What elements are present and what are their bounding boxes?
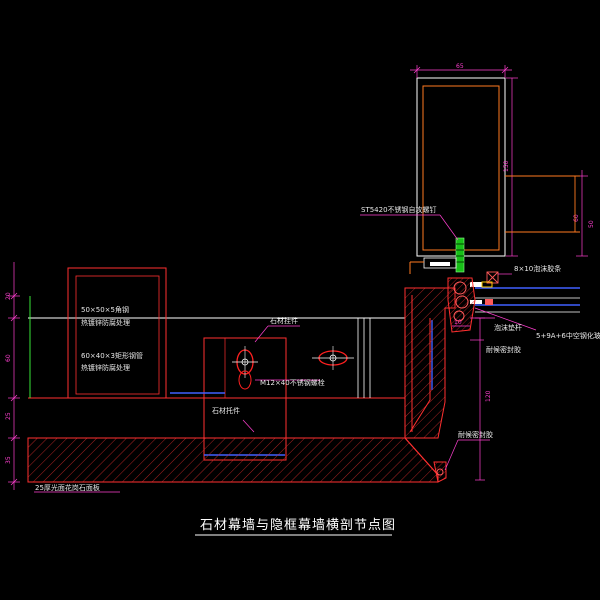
mullion-profile	[416, 77, 506, 257]
bolt-2-icon	[312, 346, 354, 370]
blue-lines	[170, 320, 433, 456]
bolt-icon	[232, 346, 258, 390]
dimension-joint: 10	[454, 319, 462, 326]
dimension-right	[506, 77, 588, 257]
label-bolt: M12×40不锈钢螺栓	[260, 378, 325, 387]
dimension-left-2: 60	[5, 354, 12, 362]
label-stone-tray: 石材托件	[212, 406, 240, 415]
section-drawing: 65 150 60 50 ST5420不锈钢自攻螺钉 8×10泡沫胶条 50×5…	[5, 63, 600, 536]
dimension-top-label: 65	[456, 63, 464, 70]
cross-mark-icon	[486, 271, 499, 284]
label-stone-hanger: 石材挂件	[270, 316, 298, 325]
label-bottom-sealant: 耐候密封胶	[458, 430, 493, 439]
dimension-left-1: 20	[5, 292, 12, 300]
label-angle-steel-1: 50×50×5角钢	[81, 305, 129, 314]
dimension-left-4: 35	[5, 456, 12, 464]
label-weathering-strip: 8×10泡沫胶条	[514, 264, 561, 273]
label-weather-sealant: 耐候密封胶	[486, 345, 521, 354]
label-tube-1: 60×40×3矩形钢管	[81, 351, 143, 360]
label-screw: ST5420不锈钢自攻螺钉	[361, 205, 437, 214]
dimension-left-3: 25	[5, 412, 12, 420]
dimension-right-1: 150	[503, 160, 510, 172]
dimension-right-3: 50	[588, 220, 595, 228]
label-tube-2: 热镀锌防腐处理	[81, 363, 130, 372]
slot-lines	[357, 318, 371, 398]
dimension-right-2: 60	[573, 214, 580, 222]
label-glass: 5+9A+6中空钢化玻璃	[536, 331, 600, 340]
steel-angle-box	[67, 267, 167, 399]
drawing-title: 石材幕墙与隐框幕墙横剖节点图	[200, 518, 396, 533]
dimension-right-lower: 120	[485, 390, 492, 402]
frame-lines	[505, 175, 580, 233]
label-foam-rod: 泡沫垫杆	[494, 323, 522, 332]
stone-slab	[27, 287, 456, 483]
drawing-canvas: 65 150 60 50 ST5420不锈钢自攻螺钉 8×10泡沫胶条 50×5…	[0, 0, 600, 600]
label-angle-steel-2: 热镀锌防腐处理	[81, 318, 130, 327]
label-stone-finish: 25厚光面花岗石面板	[35, 483, 100, 492]
structural-sealant-icon	[423, 237, 465, 273]
